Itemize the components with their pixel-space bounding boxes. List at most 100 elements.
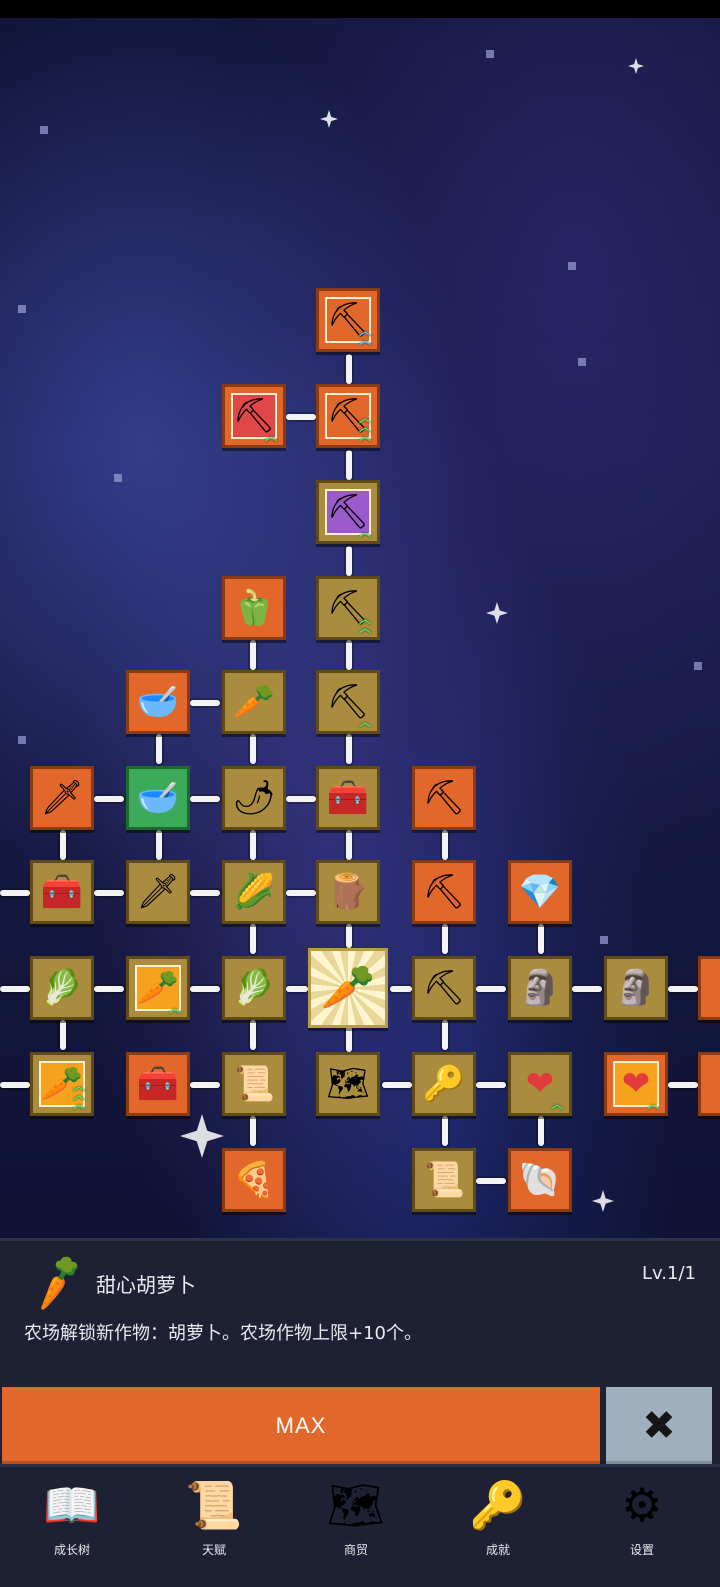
tree-link — [476, 986, 506, 992]
bowl-icon: 🥣 — [136, 778, 180, 818]
cabbage-icon: 🥬 — [232, 968, 276, 1008]
upgrade-arrow-icon: ︿ ︿ ︿ — [358, 411, 371, 443]
tree-link — [346, 924, 352, 948]
nav-growth-tree[interactable]: 📖 成长树 — [22, 1473, 122, 1573]
skill-node-shovel-3[interactable]: ⛏ ︿ ︿ — [316, 576, 380, 640]
skill-node-offscreen-2[interactable] — [698, 1052, 720, 1116]
heart-icon: ❤ — [525, 1064, 555, 1104]
skill-node-carrot-selected[interactable]: 🥕 — [308, 948, 388, 1028]
skill-node-key[interactable]: 🔑 — [412, 1052, 476, 1116]
pickaxe-icon: ⛏ — [422, 778, 466, 818]
skill-node-shovel-purple[interactable]: ⛏ ︿ — [316, 480, 380, 544]
tree-link — [346, 546, 352, 576]
upgrade-arrow-icon: ︿ — [646, 1097, 659, 1111]
skill-node-heart-2[interactable]: ❤ ︿ — [604, 1052, 668, 1116]
tree-link — [442, 830, 448, 860]
skill-node-shovel-4[interactable]: ⛏ ︿ — [316, 670, 380, 734]
skill-tree-area[interactable]: ⛏ ︿ ︿ ⛏ ︿ ︿ ︿ ⛏ ︿ ⛏ ︿ ⛏ ︿ ︿ ⛏ ︿ 🧰 🪵 🥕 🗺 🫑 🥕 … — [0, 18, 720, 1250]
nav-achievement[interactable]: 🔑 成就 — [448, 1473, 548, 1573]
tree-link — [390, 986, 412, 992]
skill-node-pickaxe-1[interactable]: ⛏ — [412, 766, 476, 830]
tree-link — [346, 450, 352, 480]
skill-node-bowl-1[interactable]: 🥣 — [126, 670, 190, 734]
skill-node-chest[interactable]: 🧰 — [316, 766, 380, 830]
star-decoration — [486, 602, 508, 624]
upgrade-arrow-icon: ︿ ︿ — [358, 612, 371, 635]
skill-node-treasure[interactable]: 🧰 — [126, 1052, 190, 1116]
tree-link — [346, 734, 352, 764]
upgrade-arrow-icon: ︿ ︿ — [358, 324, 371, 347]
skill-node-bowl-2[interactable]: 🥣 — [126, 766, 190, 830]
upgrade-arrow-icon: ︿ — [168, 1001, 181, 1015]
map-icon: 🗺 — [326, 1064, 370, 1104]
skill-node-map[interactable]: 🗺 — [316, 1052, 380, 1116]
skill-node-corn[interactable]: 🌽 — [222, 860, 286, 924]
star-dot — [568, 262, 576, 270]
tree-link — [250, 640, 256, 670]
skill-node-pepper[interactable]: 🫑 — [222, 576, 286, 640]
nav-label: 成就 — [485, 1543, 510, 1557]
skill-node-cabbage-1[interactable]: 🥬 — [30, 956, 94, 1020]
skill-node-shovel-1[interactable]: ⛏ ︿ ︿ — [316, 288, 380, 352]
tree-link — [60, 830, 66, 860]
carrot-icon: 🥕 — [320, 962, 376, 1013]
skill-node-carrot-2[interactable]: 🥕 ︿ — [126, 956, 190, 1020]
carrot-icon: 🥕 — [23, 1249, 93, 1316]
statue-icon: 🗿 — [614, 968, 658, 1008]
corn-icon: 🌽 — [232, 872, 276, 912]
skill-node-scroll-2[interactable]: 📜 — [412, 1148, 476, 1212]
star-decoration — [180, 1114, 224, 1158]
tree-link — [250, 1020, 256, 1050]
tree-link — [0, 890, 30, 896]
skill-node-cabbage-2[interactable]: 🥬 — [222, 956, 286, 1020]
tree-link — [346, 1026, 352, 1052]
skill-node-pizza[interactable]: 🍕 — [222, 1148, 286, 1212]
tree-link — [60, 1020, 66, 1050]
tree-link — [250, 924, 256, 954]
pickaxe-icon: ⛏ — [422, 968, 466, 1008]
skill-node-shovel-2[interactable]: ⛏ ︿ ︿ ︿ — [316, 384, 380, 448]
star-dot — [18, 305, 26, 313]
tree-link — [668, 1082, 698, 1088]
tree-link — [442, 1020, 448, 1050]
tree-link — [250, 1116, 256, 1146]
star-dot — [18, 736, 26, 744]
close-button[interactable]: ✖ — [606, 1387, 712, 1465]
max-button[interactable]: MAX — [2, 1387, 600, 1465]
tree-link — [190, 986, 220, 992]
skill-node-sword-1[interactable]: 🗡 — [30, 766, 94, 830]
tree-link — [346, 640, 352, 670]
nav-trade[interactable]: 🗺 商贸 — [306, 1473, 406, 1573]
skill-node-pickaxe-2[interactable]: ⛏ — [412, 860, 476, 924]
star-decoration — [592, 1190, 614, 1212]
skill-node-pickaxe-3[interactable]: ⛏ — [412, 956, 476, 1020]
tree-link — [94, 890, 124, 896]
skill-info-panel: 🥕 甜心胡萝卜 Lv.1/1 农场解锁新作物：胡萝卜。农场作物上限+10个。 M… — [0, 1238, 720, 1467]
tree-link — [346, 830, 352, 860]
skill-node-fossil[interactable]: 🐚 — [508, 1148, 572, 1212]
sword-icon: 🗡 — [40, 778, 84, 818]
skill-node-scroll-1[interactable]: 📜 — [222, 1052, 286, 1116]
skill-node-statue-1[interactable]: 🗿 — [508, 956, 572, 1020]
skill-node-chili[interactable]: 🌶 — [222, 766, 286, 830]
skill-node-heart-1[interactable]: ❤ ︿ — [508, 1052, 572, 1116]
chili-icon: 🌶 — [232, 778, 276, 818]
skill-node-offscreen-1[interactable] — [698, 956, 720, 1020]
skill-node-stick[interactable]: 🪵 — [316, 860, 380, 924]
skill-node-crystal[interactable]: 💎 — [508, 860, 572, 924]
skill-node-sword-2[interactable]: 🗡 — [126, 860, 190, 924]
nav-talent[interactable]: 📜 天赋 — [164, 1473, 264, 1573]
tree-link — [190, 1082, 220, 1088]
skill-node-carrot-3[interactable]: 🥕 ︿ ︿ ︿ — [30, 1052, 94, 1116]
map-icon: 🗺 — [326, 1478, 386, 1532]
skill-node-chest-2[interactable]: 🧰 — [30, 860, 94, 924]
pizza-icon: 🍕 — [232, 1160, 276, 1200]
skill-node-shovel-red[interactable]: ⛏ ︿ — [222, 384, 286, 448]
skill-node-radish[interactable]: 🥕 — [222, 670, 286, 734]
star-dot — [486, 50, 494, 58]
nav-settings[interactable]: ⚙ 设置 — [592, 1473, 692, 1573]
tree-link — [156, 734, 162, 764]
skill-node-statue-2[interactable]: 🗿 — [604, 956, 668, 1020]
key-icon: 🔑 — [469, 1478, 527, 1532]
tree-link — [0, 986, 30, 992]
